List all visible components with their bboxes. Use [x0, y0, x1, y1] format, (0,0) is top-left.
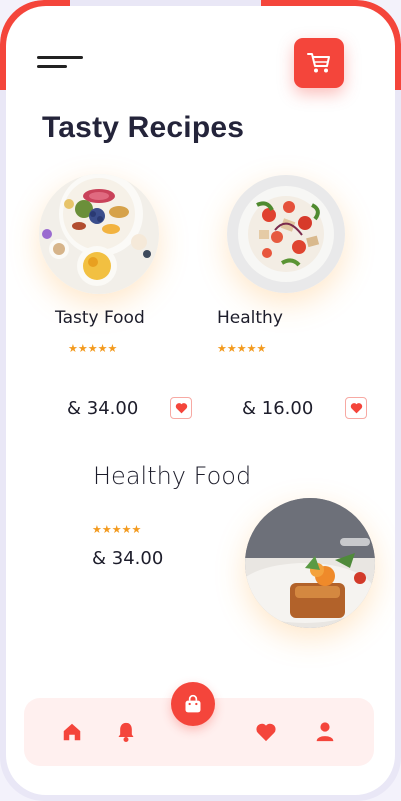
rating-stars: ★★★★★ [92, 523, 142, 536]
shopping-bag-button[interactable] [171, 682, 215, 726]
food-image-healthy[interactable] [227, 175, 345, 293]
phone-frame: Tasty Recipes Tasty Food ★★★★★ & 34.00 H… [0, 0, 401, 801]
card-title-tasty-food[interactable]: Tasty Food [55, 308, 145, 328]
featured-price: & 34.00 [92, 548, 164, 569]
hamburger-menu-icon-line [37, 65, 67, 68]
heart-icon[interactable] [253, 719, 279, 745]
price-healthy: & 16.00 [242, 398, 314, 419]
bell-icon[interactable] [113, 719, 139, 745]
card-title-healthy[interactable]: Healthy [217, 308, 283, 328]
rating-stars: ★★★★★ [217, 342, 267, 355]
heart-icon [350, 403, 362, 414]
food-image-tasty-food[interactable] [39, 174, 159, 294]
featured-food-image[interactable] [245, 498, 375, 628]
cart-button[interactable] [294, 38, 344, 88]
price-tasty-food: & 34.00 [67, 398, 139, 419]
heart-icon [175, 403, 187, 414]
page-title: Tasty Recipes [42, 111, 245, 144]
home-icon[interactable] [59, 719, 85, 745]
menu-button[interactable] [37, 52, 89, 76]
cart-icon [307, 53, 330, 73]
favorite-button-tasty-food[interactable] [170, 397, 192, 419]
hamburger-menu-icon [37, 56, 83, 59]
favorite-button-healthy[interactable] [345, 397, 367, 419]
user-icon[interactable] [312, 719, 338, 745]
rating-stars: ★★★★★ [68, 342, 118, 355]
app-screen: Tasty Recipes Tasty Food ★★★★★ & 34.00 H… [6, 6, 395, 795]
bag-icon [185, 694, 201, 713]
featured-title[interactable]: Healthy Food [93, 462, 251, 490]
